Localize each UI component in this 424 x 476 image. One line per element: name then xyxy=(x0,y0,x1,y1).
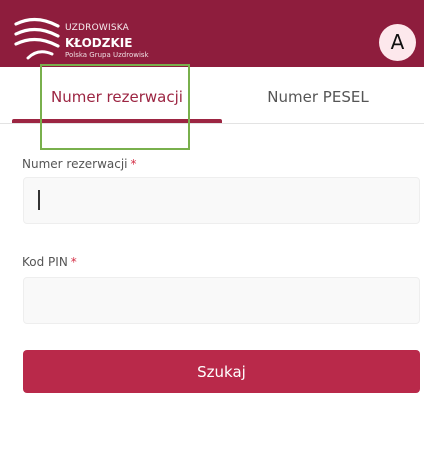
tab-pesel-number[interactable]: Numer PESEL xyxy=(212,67,424,123)
reservation-number-label-text: Numer rezerwacji xyxy=(22,157,128,171)
logo-line-1: UZDROWISKA xyxy=(65,23,130,33)
active-tab-indicator xyxy=(12,119,222,123)
user-avatar[interactable]: A xyxy=(379,24,416,61)
reservation-number-label: Numer rezerwacji * xyxy=(22,157,137,171)
pin-input[interactable] xyxy=(23,277,420,324)
logo-text: UZDROWISKA KŁODZKIE Polska Grupa Uzdrowi… xyxy=(65,14,149,59)
reservation-number-input[interactable] xyxy=(23,177,420,224)
tab-reservation-number[interactable]: Numer rezerwacji xyxy=(12,67,222,123)
required-asterisk: * xyxy=(130,157,137,171)
pin-label-text: Kod PIN xyxy=(22,255,68,269)
app-header: UZDROWISKA KŁODZKIE Polska Grupa Uzdrowi… xyxy=(0,0,424,67)
logo-wave-icon xyxy=(14,17,60,60)
logo-line-3: Polska Grupa Uzdrowisk xyxy=(65,51,149,59)
logo: UZDROWISKA KŁODZKIE Polska Grupa Uzdrowi… xyxy=(14,14,174,60)
pin-label: Kod PIN * xyxy=(22,255,77,269)
required-asterisk: * xyxy=(70,255,77,269)
tab-bar: Numer rezerwacji Numer PESEL xyxy=(0,67,424,124)
logo-line-2: KŁODZKIE xyxy=(65,36,133,50)
text-caret xyxy=(38,190,40,210)
search-button[interactable]: Szukaj xyxy=(23,350,420,393)
